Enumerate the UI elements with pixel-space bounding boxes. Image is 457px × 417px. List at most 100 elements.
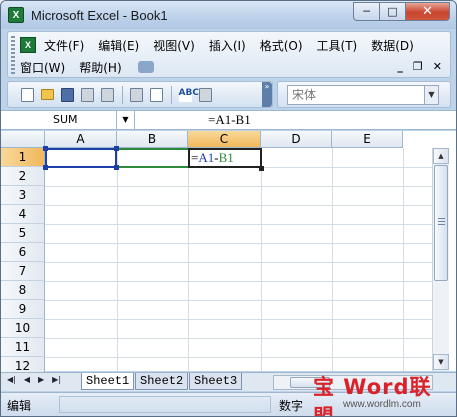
next-sheet-icon[interactable]: ▶ [38, 375, 44, 384]
print-button[interactable] [127, 86, 145, 104]
save-icon [60, 87, 74, 102]
row-header-9[interactable]: 9 [1, 300, 45, 319]
watermark-logo-text: 宝 Word联盟 [313, 375, 432, 417]
select-all-corner[interactable] [1, 131, 45, 148]
maximize-button[interactable]: □ [380, 2, 406, 21]
window-controls: ─ □ ✕ [353, 2, 450, 21]
row-gridline [45, 262, 432, 263]
prev-sheet-icon[interactable]: ◀ [24, 375, 30, 384]
row-header-11[interactable]: 11 [1, 338, 45, 357]
font-name-select[interactable]: 宋体 ▼ [287, 85, 439, 105]
row-gridline [45, 243, 432, 244]
row-header-5[interactable]: 5 [1, 224, 45, 243]
worksheet-grid[interactable]: ABCDE 1 2 3 4 5 6 7 8 9 10 11 12 =A1-B1 ▲ ▼ [1, 131, 456, 377]
menu-data[interactable]: 数据(D) [371, 37, 414, 54]
excel-window: X Microsoft Excel - Book1 ─ □ ✕ X 文件(F) … [0, 0, 457, 417]
row-gridline [45, 224, 432, 225]
column-gridline [117, 148, 118, 371]
last-sheet-icon[interactable]: ▶| [52, 375, 61, 384]
new-button[interactable] [18, 86, 36, 104]
minimize-button[interactable]: ─ [353, 2, 380, 21]
row-gridline [45, 186, 432, 187]
menu-window[interactable]: 窗口(W) [20, 59, 65, 76]
row-header-3[interactable]: 3 [1, 186, 45, 205]
cell-b1-reference[interactable] [117, 148, 189, 168]
row-header-4[interactable]: 4 [1, 205, 45, 224]
spelling-icon: ABC [178, 87, 199, 102]
column-header-d[interactable]: D [261, 131, 332, 148]
save-button[interactable] [58, 86, 76, 104]
column-header-b[interactable]: B [117, 131, 188, 148]
close-button[interactable]: ✕ [406, 2, 450, 21]
a1-range-handle[interactable] [43, 165, 48, 170]
row-header-7[interactable]: 7 [1, 262, 45, 281]
a1-range-handle[interactable] [114, 146, 119, 151]
scroll-up-icon[interactable]: ▲ [433, 148, 449, 164]
column-header-a[interactable]: A [45, 131, 117, 148]
toolbar-separator [122, 85, 123, 104]
workbook-close-button[interactable]: ✕ [433, 60, 442, 73]
row-gridline [45, 205, 432, 206]
window-title: Microsoft Excel - Book1 [31, 7, 168, 23]
cell-c1-editing[interactable]: =A1-B1 [188, 148, 262, 168]
title-bar[interactable]: X Microsoft Excel - Book1 ─ □ ✕ [1, 1, 456, 29]
row-header-8[interactable]: 8 [1, 281, 45, 300]
new-document-icon [20, 87, 34, 102]
font-name-value: 宋体 [292, 88, 317, 102]
scroll-down-icon[interactable]: ▼ [433, 354, 449, 370]
sheet-tab-1[interactable]: Sheet1 [81, 373, 135, 390]
toolbar-options-chevron-icon[interactable]: » [262, 82, 272, 107]
a1-range-handle[interactable] [114, 165, 119, 170]
column-gridline [403, 148, 404, 371]
row-gridline [45, 319, 432, 320]
menu-edit[interactable]: 编辑(E) [98, 37, 139, 54]
vertical-scroll-thumb[interactable] [434, 165, 448, 281]
status-numlock: 数字 [279, 399, 304, 413]
standard-toolbar: ABC » [7, 81, 273, 108]
toolbar-separator [171, 85, 172, 104]
email-button[interactable] [98, 86, 116, 104]
row-header-2[interactable]: 2 [1, 167, 45, 186]
research-button[interactable] [196, 86, 214, 104]
formula-input[interactable]: =A1-B1 [208, 111, 251, 129]
cell-a1-reference[interactable] [45, 148, 117, 168]
permission-icon [80, 87, 94, 102]
sheet-tab-3[interactable]: Sheet3 [189, 373, 243, 390]
row-gridline [45, 338, 432, 339]
menu-view[interactable]: 视图(V) [153, 37, 195, 54]
fill-handle[interactable] [259, 166, 264, 171]
formatting-toolbar: 宋体 ▼ [277, 81, 451, 108]
a1-range-handle[interactable] [43, 146, 48, 151]
print-preview-button[interactable] [147, 86, 165, 104]
sheet-tab-2[interactable]: Sheet2 [135, 373, 189, 390]
menu-grip-handle[interactable] [11, 36, 15, 74]
folder-icon [40, 89, 54, 100]
menu-format[interactable]: 格式(O) [260, 37, 303, 54]
chevron-down-icon[interactable]: ▼ [424, 86, 438, 104]
menu-tools[interactable]: 工具(T) [317, 37, 358, 54]
column-header-e[interactable]: E [332, 131, 403, 148]
name-box-dropdown-icon[interactable]: ▼ [117, 111, 135, 129]
grip-icon [438, 218, 445, 226]
row-header-10[interactable]: 10 [1, 319, 45, 338]
document-icon[interactable]: X [20, 37, 36, 53]
open-button[interactable] [38, 86, 56, 104]
row-header-1[interactable]: 1 [1, 148, 45, 167]
menu-row-2: 窗口(W) 帮助(H) [20, 57, 154, 77]
help-icon[interactable] [137, 61, 154, 73]
vertical-scrollbar[interactable]: ▲ ▼ [432, 148, 449, 371]
menu-file[interactable]: 文件(F) [44, 37, 84, 54]
spelling-button[interactable]: ABC [176, 86, 199, 104]
column-header-c[interactable]: C [188, 131, 261, 148]
menu-help[interactable]: 帮助(H) [79, 59, 121, 76]
row-header-6[interactable]: 6 [1, 243, 45, 262]
excel-app-icon[interactable]: X [8, 7, 24, 23]
c1-ref-a1: A1 [198, 150, 215, 165]
menu-insert[interactable]: 插入(I) [209, 37, 246, 54]
workbook-restore-button[interactable]: ❐ [413, 60, 423, 73]
first-sheet-icon[interactable]: ◀| [7, 375, 16, 384]
workbook-minimize-button[interactable]: _ [397, 60, 403, 73]
row-gridline [45, 357, 432, 358]
name-box[interactable]: SUM [1, 111, 117, 129]
permission-button[interactable] [78, 86, 96, 104]
